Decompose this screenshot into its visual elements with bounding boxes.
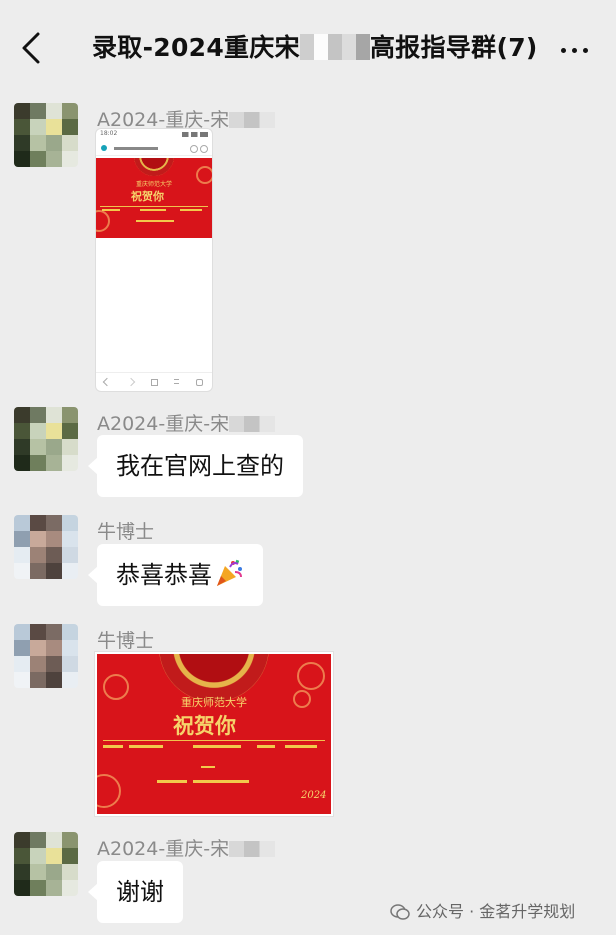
text-message-bubble[interactable]: 我在官网上查的: [88, 435, 303, 497]
image-message-congratulation-card[interactable]: 重庆师范大学 祝贺你 2024: [95, 652, 333, 816]
card-title: 重庆师范大学: [181, 696, 247, 709]
avatar[interactable]: [14, 515, 78, 579]
more-options-icon[interactable]: [558, 38, 598, 58]
message-text: 谢谢: [116, 878, 164, 906]
title-redaction: [299, 34, 370, 60]
party-popper-icon: [217, 559, 242, 586]
sender-name: 牛博士: [97, 630, 155, 652]
chat-title-suffix: 高报指导群(7): [369, 33, 538, 62]
chat-title-prefix: 录取-2024重庆宋: [92, 33, 300, 62]
back-arrow-icon[interactable]: [18, 30, 46, 66]
watermark-text: 公众号 · 金茗升学规划: [416, 902, 576, 921]
text-message-bubble[interactable]: 恭喜恭喜: [88, 544, 263, 606]
screenshot-card: 重庆师范大学 祝贺你: [96, 158, 212, 238]
avatar[interactable]: [14, 832, 78, 896]
image-message-phone-screenshot[interactable]: 18:02 重庆师范大学 祝贺你: [95, 128, 213, 392]
avatar[interactable]: [14, 103, 78, 167]
sender-name: A2024-重庆-宋: [97, 409, 276, 436]
message-text: 恭喜恭喜: [116, 561, 212, 589]
message-text: 我在官网上查的: [116, 452, 284, 480]
avatar[interactable]: [14, 624, 78, 688]
chat-header: 录取-2024重庆宋 高报指导群(7): [0, 0, 616, 92]
wechat-official-account-icon: [390, 904, 410, 920]
chat-title: 录取-2024重庆宋 高报指导群(7): [92, 28, 537, 64]
sender-name: A2024-重庆-宋: [97, 834, 276, 861]
screenshot-app-bar: [96, 141, 212, 156]
screenshot-nav-bar: [96, 372, 212, 391]
card-heading: 祝贺你: [173, 713, 236, 738]
watermark: 公众号 · 金茗升学规划: [390, 898, 575, 922]
card-year: 2024: [301, 790, 327, 801]
sender-name: 牛博士: [97, 521, 155, 543]
avatar[interactable]: [14, 407, 78, 471]
text-message-bubble[interactable]: 谢谢: [88, 861, 183, 923]
screenshot-status-bar: 18:02: [96, 129, 212, 141]
